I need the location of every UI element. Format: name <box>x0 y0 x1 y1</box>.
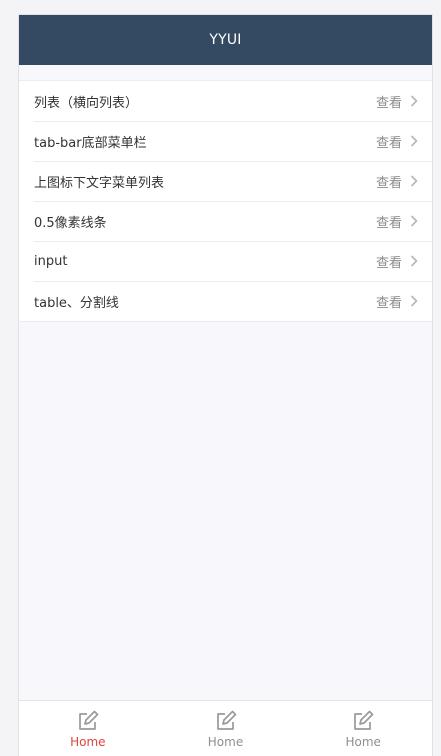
list-item-right: 查看 <box>376 212 420 231</box>
list-item-right: 查看 <box>376 292 420 311</box>
list-item-title: table、分割线 <box>34 295 119 311</box>
list-item-right: 查看 <box>376 172 420 191</box>
edit-icon <box>351 709 375 733</box>
edit-icon <box>76 709 100 733</box>
list-item-right: 查看 <box>376 132 420 151</box>
list-item-icon-menu[interactable]: 上图标下文字菜单列表 查看 <box>19 161 432 201</box>
list-item-title: 上图标下文字菜单列表 <box>34 175 165 191</box>
view-link: 查看 <box>375 175 402 191</box>
chevron-right-icon <box>408 295 420 307</box>
list-item-title: 0.5像素线条 <box>34 215 107 231</box>
list-item-table-divider[interactable]: table、分割线 查看 <box>19 281 432 321</box>
page-title: YYUI <box>209 32 242 48</box>
view-link: 查看 <box>375 295 402 311</box>
list-item-right: 查看 <box>376 92 420 111</box>
list-item-title: tab-bar底部菜单栏 <box>34 135 147 151</box>
view-link: 查看 <box>375 255 402 271</box>
tab-label: Home <box>70 734 106 749</box>
list-item-tab-bar[interactable]: tab-bar底部菜单栏 查看 <box>19 121 432 161</box>
tab-home-3[interactable]: Home <box>294 701 432 756</box>
chevron-right-icon <box>408 135 420 147</box>
edit-icon <box>214 709 238 733</box>
tab-home-1[interactable]: Home <box>19 701 157 756</box>
app-screen: YYUI 列表（横向列表） 查看 tab-bar底部菜单栏 查看 上图标下文字菜… <box>18 14 433 756</box>
chevron-right-icon <box>408 175 420 187</box>
menu-list: 列表（横向列表） 查看 tab-bar底部菜单栏 查看 上图标下文字菜单列表 查… <box>19 80 432 322</box>
tab-label: Home <box>207 734 244 749</box>
tab-home-2[interactable]: Home <box>157 701 295 756</box>
list-item-title: input <box>34 253 68 269</box>
bottom-tab-bar: Home Home Home <box>19 700 432 756</box>
view-link: 查看 <box>375 135 402 151</box>
chevron-right-icon <box>408 255 420 267</box>
view-link: 查看 <box>375 215 402 231</box>
app-header: YYUI <box>19 15 432 65</box>
list-item-right: 查看 <box>376 252 420 271</box>
list-item-half-pixel-line[interactable]: 0.5像素线条 查看 <box>19 201 432 241</box>
list-item-horizontal-list[interactable]: 列表（横向列表） 查看 <box>19 81 432 121</box>
chevron-right-icon <box>408 215 420 227</box>
chevron-right-icon <box>408 95 420 107</box>
view-link: 查看 <box>375 95 402 111</box>
tab-label: Home <box>345 734 381 749</box>
list-item-title: 列表（横向列表） <box>34 95 139 111</box>
list-item-input[interactable]: input 查看 <box>19 241 432 281</box>
